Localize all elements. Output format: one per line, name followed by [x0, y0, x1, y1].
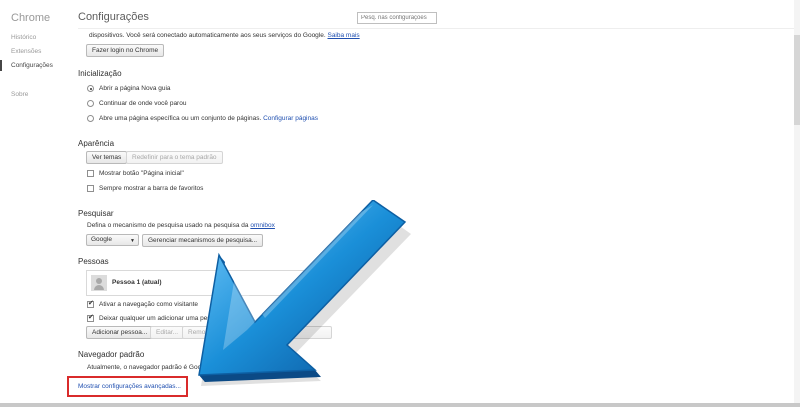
show-bookmarks-checkbox[interactable] — [87, 185, 94, 192]
dropdown-arrow-icon: ▼ — [130, 238, 135, 244]
startup-option-label: Abre uma página específica ou um conjunt… — [99, 115, 262, 122]
scrollbar-thumb[interactable] — [794, 35, 800, 125]
avatar-icon — [91, 275, 107, 291]
bottom-edge — [0, 403, 800, 407]
appearance-section-title: Aparência — [78, 139, 115, 148]
sidebar: Chrome Histórico Extensões Configurações… — [0, 0, 62, 407]
show-home-label: Mostrar botão "Página inicial" — [99, 170, 184, 177]
show-bookmarks-label: Sempre mostrar a barra de favoritos — [99, 185, 204, 192]
startup-option-row: Abre uma página específica ou um conjunt… — [99, 115, 318, 122]
configure-pages-link[interactable]: Configurar páginas — [263, 115, 318, 122]
reset-theme-button[interactable]: Redefinir para o tema padrão — [126, 151, 223, 164]
page-title: Configurações — [78, 11, 149, 23]
signin-button[interactable]: Fazer login no Chrome — [86, 44, 165, 57]
brand-title: Chrome — [11, 12, 51, 24]
search-engine-value: Google — [91, 236, 112, 243]
search-section-title: Pesquisar — [78, 209, 114, 218]
sidebar-item-settings[interactable]: Configurações — [11, 62, 53, 69]
highlight-box — [67, 376, 188, 397]
header-divider — [78, 28, 794, 29]
default-browser-section-title: Navegador padrão — [78, 350, 145, 359]
search-engine-select[interactable]: Google ▼ — [86, 234, 139, 246]
profile-name: Pessoa 1 (atual) — [112, 279, 162, 286]
learn-more-link[interactable]: Saiba mais — [327, 32, 359, 39]
startup-option-label: Continuar de onde você parou — [99, 100, 187, 107]
add-person-button[interactable]: Adicionar pessoa... — [86, 326, 154, 339]
search-input[interactable] — [357, 12, 437, 24]
startup-radio-continue[interactable] — [87, 100, 94, 107]
sidebar-item-about[interactable]: Sobre — [11, 91, 28, 98]
startup-radio-new-tab[interactable] — [87, 85, 94, 92]
scrollbar[interactable] — [794, 0, 800, 407]
people-section-title: Pessoas — [78, 257, 109, 266]
guest-checkbox[interactable]: ✔ — [87, 300, 94, 308]
startup-radio-specific[interactable] — [87, 115, 94, 122]
show-home-checkbox[interactable] — [87, 170, 94, 177]
active-indicator — [0, 60, 2, 71]
add-anyone-checkbox[interactable]: ✔ — [87, 314, 94, 322]
pointer-arrow-icon — [198, 200, 411, 386]
check-icon: ✔ — [88, 314, 94, 321]
signin-description: dispositivos. Você será conectado automa… — [89, 32, 326, 39]
sidebar-item-history[interactable]: Histórico — [11, 34, 36, 41]
themes-button[interactable]: Ver temas — [86, 151, 128, 164]
startup-option-label: Abrir a página Nova guia — [99, 85, 171, 92]
startup-section-title: Inicialização — [78, 69, 122, 78]
check-icon: ✔ — [88, 300, 94, 307]
sidebar-item-extensions[interactable]: Extensões — [11, 48, 41, 55]
signin-text-line: dispositivos. Você será conectado automa… — [89, 32, 360, 39]
